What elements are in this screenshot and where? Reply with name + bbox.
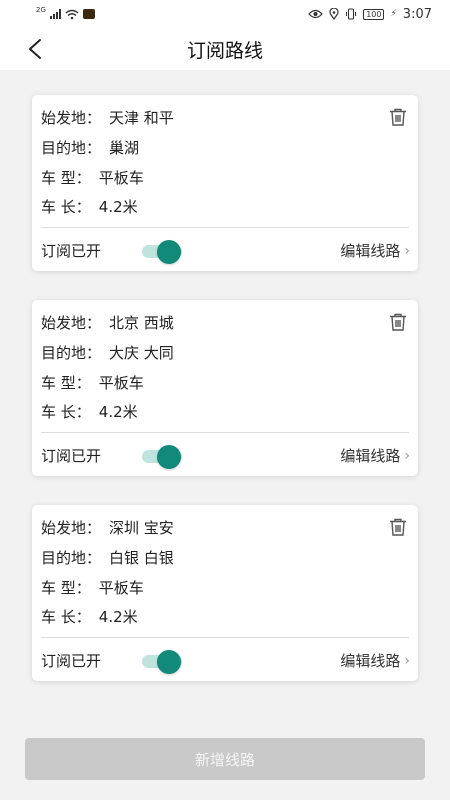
destination-label: 目的地： (41, 139, 102, 157)
destination-row: 目的地： 白银 白银 (41, 546, 174, 570)
signal-icon (49, 9, 61, 19)
truck-length-label: 车 长： (41, 608, 91, 626)
truck-type-value: 平板车 (98, 169, 144, 187)
truck-type-row: 车 型： 平板车 (41, 576, 144, 600)
status-right: 100 ⚡ 3:07 (308, 7, 432, 22)
page-title: 订阅路线 (186, 39, 263, 62)
destination-value: 白银 白银 (109, 549, 174, 567)
edit-route-label: 编辑线路 (340, 652, 401, 670)
charging-icon: ⚡ (390, 9, 397, 19)
battery-icon: 100 (363, 8, 385, 20)
clock: 3:07 (402, 6, 432, 22)
toggle-knob (157, 445, 181, 469)
wifi-icon (65, 9, 79, 19)
trash-icon (390, 108, 406, 126)
divider (41, 432, 409, 433)
delete-route-button[interactable] (388, 517, 408, 537)
truck-length-row: 车 长： 4.2米 (41, 605, 138, 629)
destination-row: 目的地： 大庆 大同 (41, 341, 174, 365)
truck-type-label: 车 型： (41, 374, 91, 392)
origin-label: 始发地： (41, 109, 102, 127)
subscription-label: 订阅已开 (41, 447, 102, 465)
route-card: 始发地： 深圳 宝安 目的地： 白银 白银 车 型： 平板车 车 长： 4.2米 订阅已… (32, 505, 418, 681)
route-card: 始发地： 天津 和平 目的地： 巢湖 车 型： 平板车 车 长： 4.2米 订阅已开 编… (32, 95, 418, 271)
truck-type-label: 车 型： (41, 169, 91, 187)
truck-length-value: 4.2米 (98, 198, 138, 216)
truck-length-value: 4.2米 (98, 403, 138, 421)
origin-label: 始发地： (41, 519, 102, 537)
origin-row: 始发地： 北京 西城 (41, 311, 174, 335)
add-route-button[interactable]: 新增线路 (25, 738, 425, 780)
delete-route-button[interactable] (388, 312, 408, 332)
origin-value: 北京 西城 (109, 314, 174, 332)
back-arrow-icon (29, 39, 41, 59)
edit-route-label: 编辑线路 (340, 447, 401, 465)
app-notification-icon (82, 9, 95, 19)
origin-row: 始发地： 深圳 宝安 (41, 516, 174, 540)
app-header: 订阅路线 (0, 28, 450, 70)
destination-value: 大庆 大同 (109, 344, 174, 362)
truck-type-row: 车 型： 平板车 (41, 371, 144, 395)
status-left: 2G (36, 6, 95, 20)
route-card: 始发地： 北京 西城 目的地： 大庆 大同 车 型： 平板车 车 长： 4.2米 订阅已… (32, 300, 418, 476)
truck-length-row: 车 长： 4.2米 (41, 195, 138, 219)
truck-length-value: 4.2米 (98, 608, 138, 626)
truck-type-label: 车 型： (41, 579, 91, 597)
destination-label: 目的地： (41, 549, 102, 567)
subscription-label: 订阅已开 (41, 242, 102, 260)
edit-route-label: 编辑线路 (340, 242, 401, 260)
divider (41, 227, 409, 228)
origin-row: 始发地： 天津 和平 (41, 106, 174, 130)
origin-value: 天津 和平 (109, 109, 174, 127)
truck-type-value: 平板车 (98, 579, 144, 597)
truck-type-value: 平板车 (98, 374, 144, 392)
chevron-right-icon: › (404, 653, 410, 669)
truck-type-row: 车 型： 平板车 (41, 166, 144, 190)
divider (41, 637, 409, 638)
toggle-knob (157, 240, 181, 264)
chevron-right-icon: › (404, 448, 410, 464)
back-button[interactable] (20, 34, 50, 64)
edit-route-link[interactable]: 编辑线路 › (340, 445, 410, 467)
truck-length-row: 车 长： 4.2米 (41, 400, 138, 424)
destination-label: 目的地： (41, 344, 102, 362)
destination-value: 巢湖 (109, 139, 140, 157)
trash-icon (390, 313, 406, 331)
delete-route-button[interactable] (388, 107, 408, 127)
chevron-right-icon: › (404, 243, 410, 259)
eye-icon (308, 9, 324, 19)
edit-route-link[interactable]: 编辑线路 › (340, 240, 410, 262)
subscription-toggle[interactable] (142, 650, 184, 674)
origin-label: 始发地： (41, 314, 102, 332)
toggle-knob (157, 650, 181, 674)
origin-value: 深圳 宝安 (109, 519, 174, 537)
status-bar: 2G 100 ⚡ 3:07 (0, 0, 450, 28)
trash-icon (390, 518, 406, 536)
edit-route-link[interactable]: 编辑线路 › (340, 650, 410, 672)
vibrate-icon (346, 8, 357, 20)
destination-row: 目的地： 巢湖 (41, 136, 139, 160)
network-type: 2G (36, 6, 46, 14)
subscription-toggle[interactable] (142, 240, 184, 264)
subscription-label: 订阅已开 (41, 652, 102, 670)
truck-length-label: 车 长： (41, 403, 91, 421)
truck-length-label: 车 长： (41, 198, 91, 216)
subscription-toggle[interactable] (142, 445, 184, 469)
location-icon (329, 8, 339, 20)
